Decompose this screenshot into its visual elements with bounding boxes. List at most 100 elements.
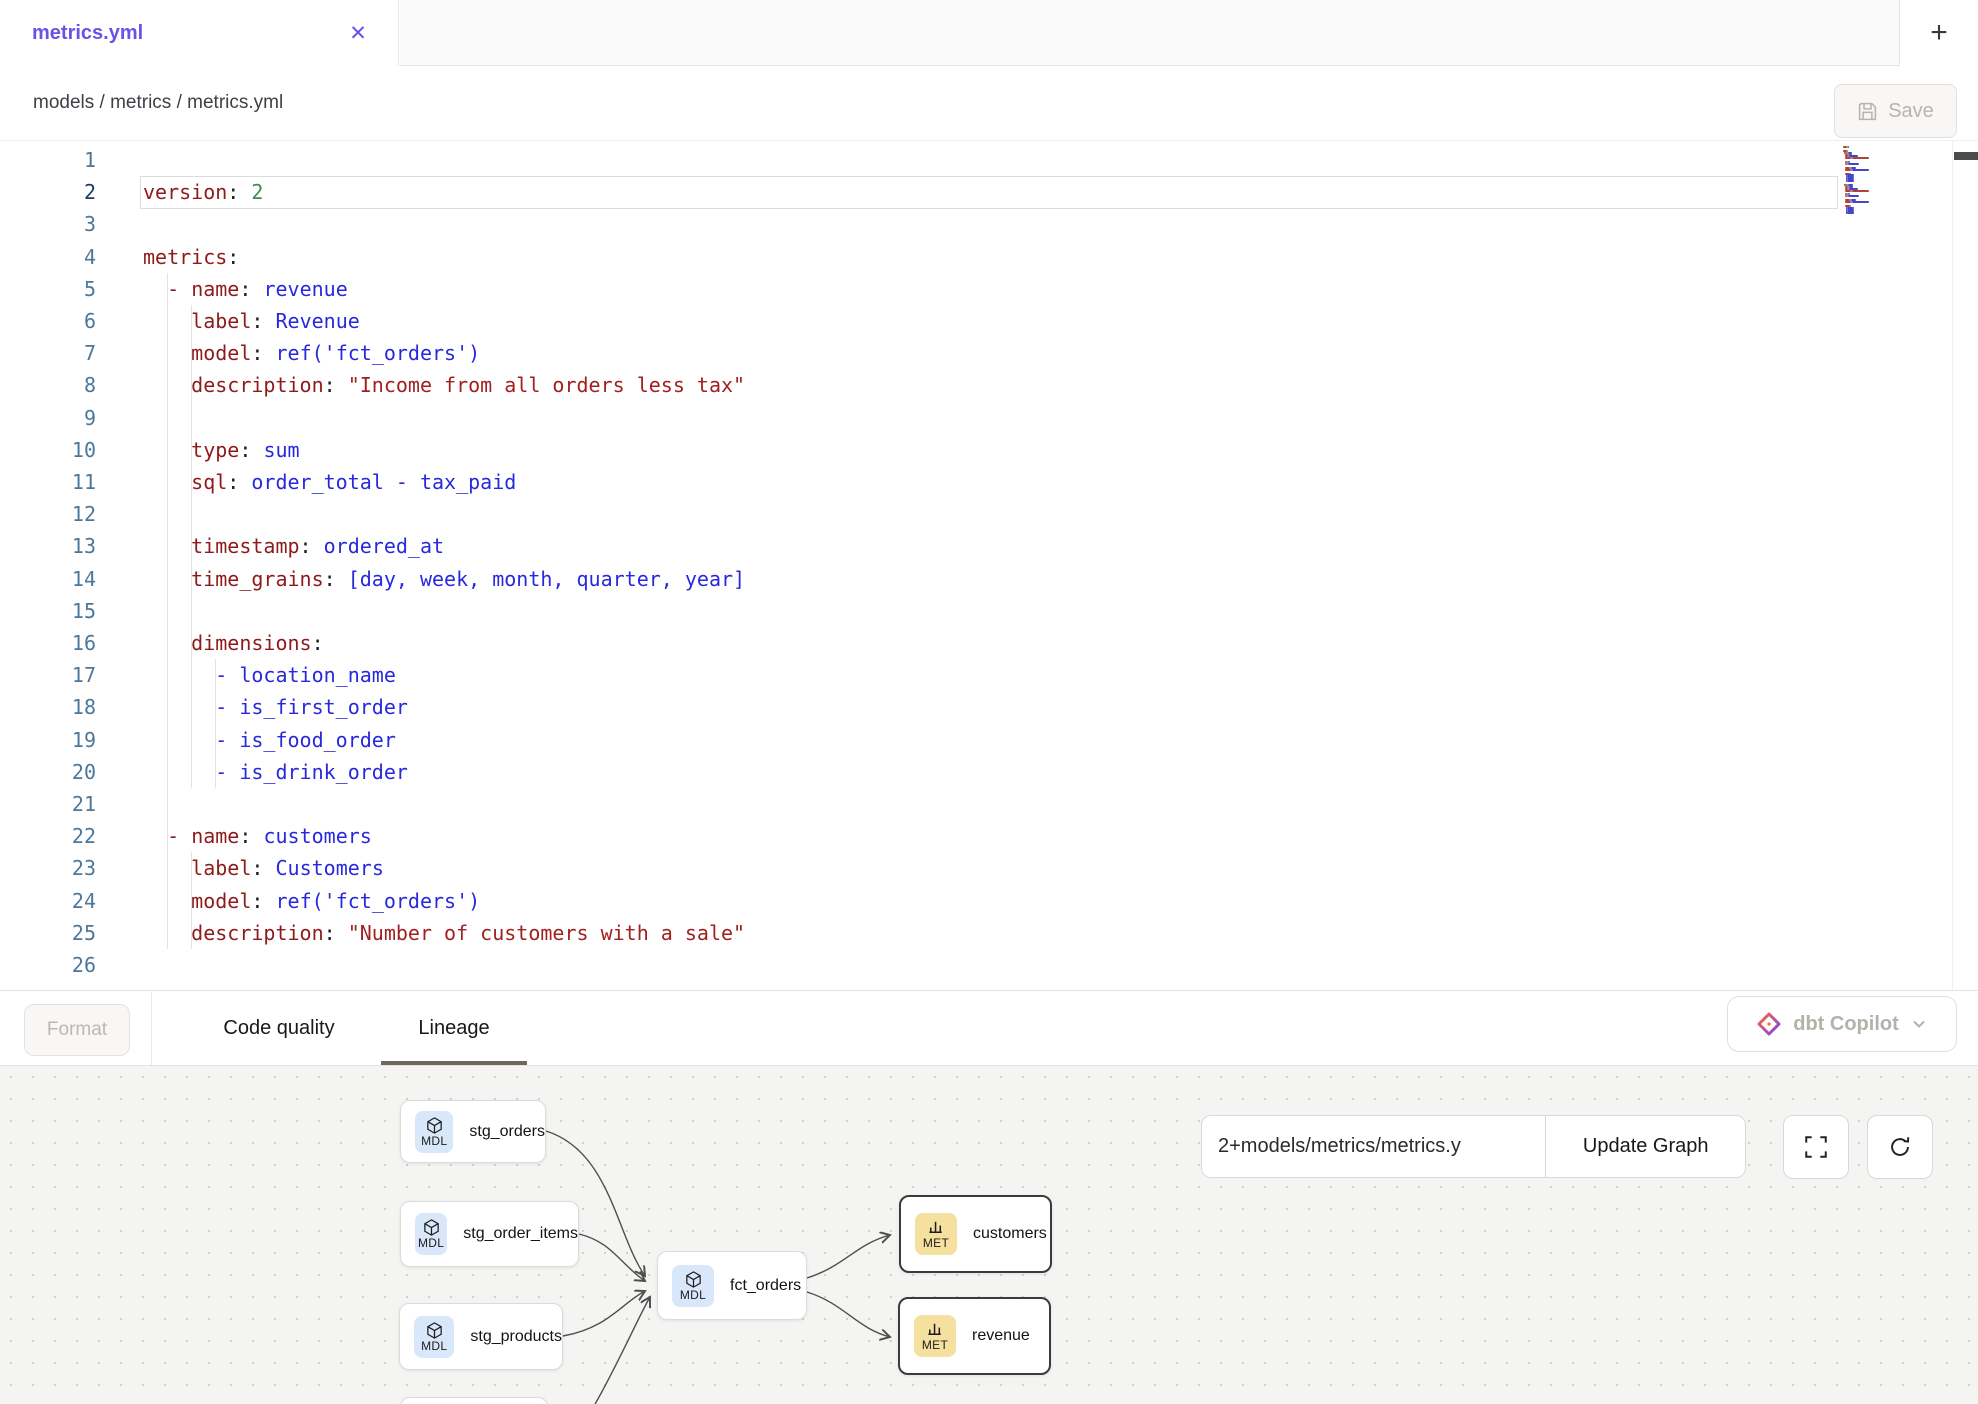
close-icon[interactable]: ✕ [338,0,378,66]
code-text: - is_first_order [143,691,408,723]
minimap-line [1845,157,1851,159]
code-text: version: 2 [143,176,263,208]
code-editor[interactable]: 12version: 234metrics:5 - name: revenue6… [0,140,1978,991]
tab-bar: metrics.yml ✕ + [0,0,1978,66]
code-line[interactable]: 5 - name: revenue [0,273,1838,306]
code-text: - name: customers [143,820,372,852]
minimap-line [1848,146,1849,148]
minimap-line [1852,201,1869,203]
line-number: 13 [40,530,96,562]
minimap-line [1847,212,1854,214]
code-text: timestamp: ordered_at [143,530,444,562]
code-line[interactable]: 3 [0,208,1838,241]
model-cube-icon [425,1321,444,1340]
code-line[interactable]: 2version: 2 [0,176,1838,209]
breadcrumb: models / metrics / metrics.yml [33,66,283,140]
node-badge-label: MDL [680,1288,706,1302]
tab-lineage[interactable]: Lineage [381,992,527,1065]
line-number: 23 [40,852,96,884]
node-label: stg_orders [469,1123,545,1141]
code-line[interactable]: 19 - is_food_order [0,724,1838,757]
code-line[interactable]: 12 [0,498,1838,531]
code-line[interactable]: 21 [0,788,1838,821]
code-line[interactable]: 11 sql: order_total - tax_paid [0,466,1838,499]
code-line[interactable]: 17 - location_name [0,659,1838,692]
new-tab-button[interactable]: + [1899,0,1978,66]
edge-partial_node-to-fct_orders [594,1297,650,1404]
edge-fct_orders-to-revenue [807,1292,890,1337]
save-button[interactable]: Save [1834,84,1957,138]
code-text: model: ref('fct_orders') [143,337,480,369]
lineage-canvas[interactable]: MDLstg_ordersMDLstg_order_itemsMDLstg_pr… [0,1066,1978,1404]
fullscreen-button[interactable] [1783,1115,1849,1179]
lineage-node-stg_order_items[interactable]: MDL stg_order_items [400,1201,579,1267]
code-line[interactable]: 22 - name: customers [0,820,1838,853]
update-graph-button[interactable]: Update Graph [1545,1116,1745,1177]
node-label: stg_products [470,1328,562,1346]
lineage-node-stg_orders[interactable]: MDL stg_orders [400,1100,546,1163]
lineage-node-revenue[interactable]: METrevenue [898,1297,1051,1375]
line-number: 20 [40,756,96,788]
minimap-line [1848,163,1859,165]
line-number: 6 [40,305,96,337]
minimap-line [1845,201,1851,203]
line-number: 19 [40,724,96,756]
node-badge: MDL [415,1111,453,1153]
code-line[interactable]: 16 dimensions: [0,627,1838,660]
code-line[interactable]: 23 label: Customers [0,852,1838,885]
refresh-button[interactable] [1867,1115,1933,1179]
edge-stg_products-to-fct_orders [563,1291,645,1336]
code-line[interactable]: 13 timestamp: ordered_at [0,530,1838,563]
code-line[interactable]: 6 label: Revenue [0,305,1838,338]
tab-code-quality[interactable]: Code quality [206,992,352,1065]
dbt-copilot-button[interactable]: dbt Copilot [1727,996,1957,1052]
tab-metrics-yml[interactable]: metrics.yml ✕ [0,0,399,66]
line-number: 3 [40,208,96,240]
save-label: Save [1888,100,1934,123]
active-tab-underline [381,1061,527,1065]
code-line[interactable]: 24 model: ref('fct_orders') [0,885,1838,918]
file-header: models / metrics / metrics.yml Save [0,66,1978,140]
code-text: - name: revenue [143,273,348,305]
code-line[interactable]: 14 time_grains: [day, week, month, quart… [0,563,1838,596]
minimap-line [1852,157,1869,159]
dbt-copilot-label: dbt Copilot [1793,1013,1899,1036]
indent-guide [167,273,168,949]
code-text: label: Customers [143,852,384,884]
lineage-node-fct_orders[interactable]: MDLfct_orders [657,1251,807,1320]
code-line[interactable]: 26 [0,949,1838,982]
scrollbar-thumb[interactable] [1954,152,1978,160]
line-number: 17 [40,659,96,691]
minimap-line [1852,169,1869,171]
tab-lineage-label: Lineage [418,1017,489,1040]
refresh-icon [1887,1134,1913,1160]
node-label: stg_order_items [463,1225,578,1243]
line-number: 5 [40,273,96,305]
code-line[interactable]: 18 - is_first_order [0,691,1838,724]
code-line[interactable]: 9 [0,402,1838,435]
line-number: 24 [40,885,96,917]
lineage-node-stg_products[interactable]: MDLstg_products [399,1303,563,1370]
lineage-node-customers[interactable]: METcustomers [899,1195,1052,1273]
code-line[interactable]: 25 description: "Number of customers wit… [0,917,1838,950]
graph-selector-input[interactable] [1202,1116,1545,1177]
code-line[interactable]: 1 [0,144,1838,177]
minimap-line [1847,180,1854,182]
code-line[interactable]: 4metrics: [0,241,1838,274]
node-badge-label: MET [922,1338,948,1352]
code-line[interactable]: 7 model: ref('fct_orders') [0,337,1838,370]
line-number: 16 [40,627,96,659]
code-text: time_grains: [day, week, month, quarter,… [143,563,745,595]
code-line[interactable]: 10 type: sum [0,434,1838,467]
minimap-line [1845,190,1851,192]
lineage-node-partial_node[interactable] [400,1397,548,1404]
code-text: model: ref('fct_orders') [143,885,480,917]
line-number: 15 [40,595,96,627]
node-badge: MDL [415,1213,447,1255]
code-line[interactable]: 8 description: "Income from all orders l… [0,369,1838,402]
code-line[interactable]: 20 - is_drink_order [0,756,1838,789]
format-button[interactable]: Format [24,1004,130,1056]
line-number: 11 [40,466,96,498]
code-line[interactable]: 15 [0,595,1838,628]
line-number: 25 [40,917,96,949]
